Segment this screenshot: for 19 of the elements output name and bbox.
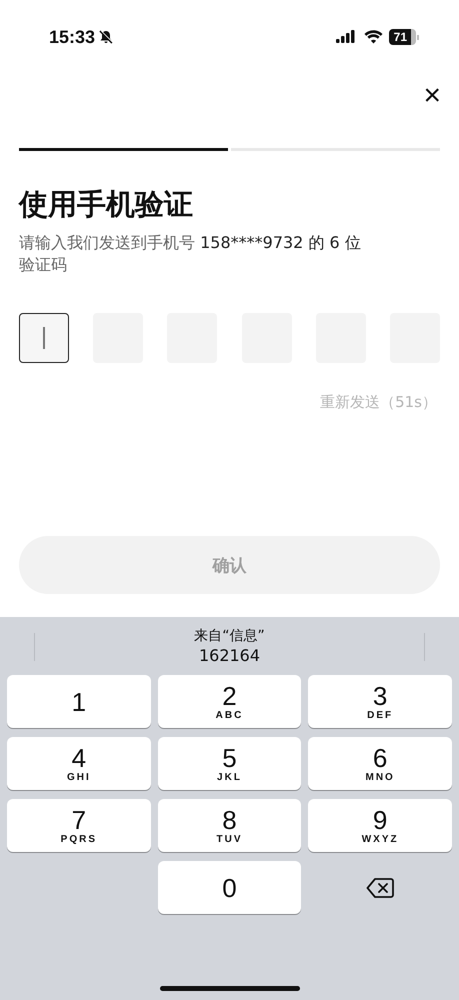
- backspace-icon[interactable]: [366, 876, 394, 898]
- status-time: 15:33: [49, 26, 96, 48]
- keypad-key[interactable]: 8 TUV: [158, 799, 302, 852]
- battery-icon: 71: [388, 29, 419, 45]
- keypad-key[interactable]: 7 PQRS: [7, 799, 151, 852]
- keypad-key[interactable]: 9 WXYZ: [308, 799, 452, 852]
- keypad-key[interactable]: 2 ABC: [158, 675, 302, 728]
- keypad-key[interactable]: 4 GHI: [7, 737, 151, 790]
- page-title: 使用手机验证: [19, 186, 194, 223]
- instruction-text: 请输入我们发送到手机号 158****9732 的 6 位 验证码: [19, 232, 362, 276]
- autofill-suggestion[interactable]: 来自“信息” 162164: [194, 627, 265, 665]
- wifi-icon: [364, 30, 383, 44]
- keypad-key[interactable]: 6 MNO: [308, 737, 452, 790]
- code-input-field[interactable]: [19, 313, 69, 363]
- keypad-key[interactable]: 0: [158, 861, 302, 914]
- close-button[interactable]: ×: [419, 81, 445, 111]
- keypad-key[interactable]: 1: [7, 675, 151, 728]
- keypad-key[interactable]: 5 JKL: [158, 737, 302, 790]
- keypad-key[interactable]: 3 DEF: [308, 675, 452, 728]
